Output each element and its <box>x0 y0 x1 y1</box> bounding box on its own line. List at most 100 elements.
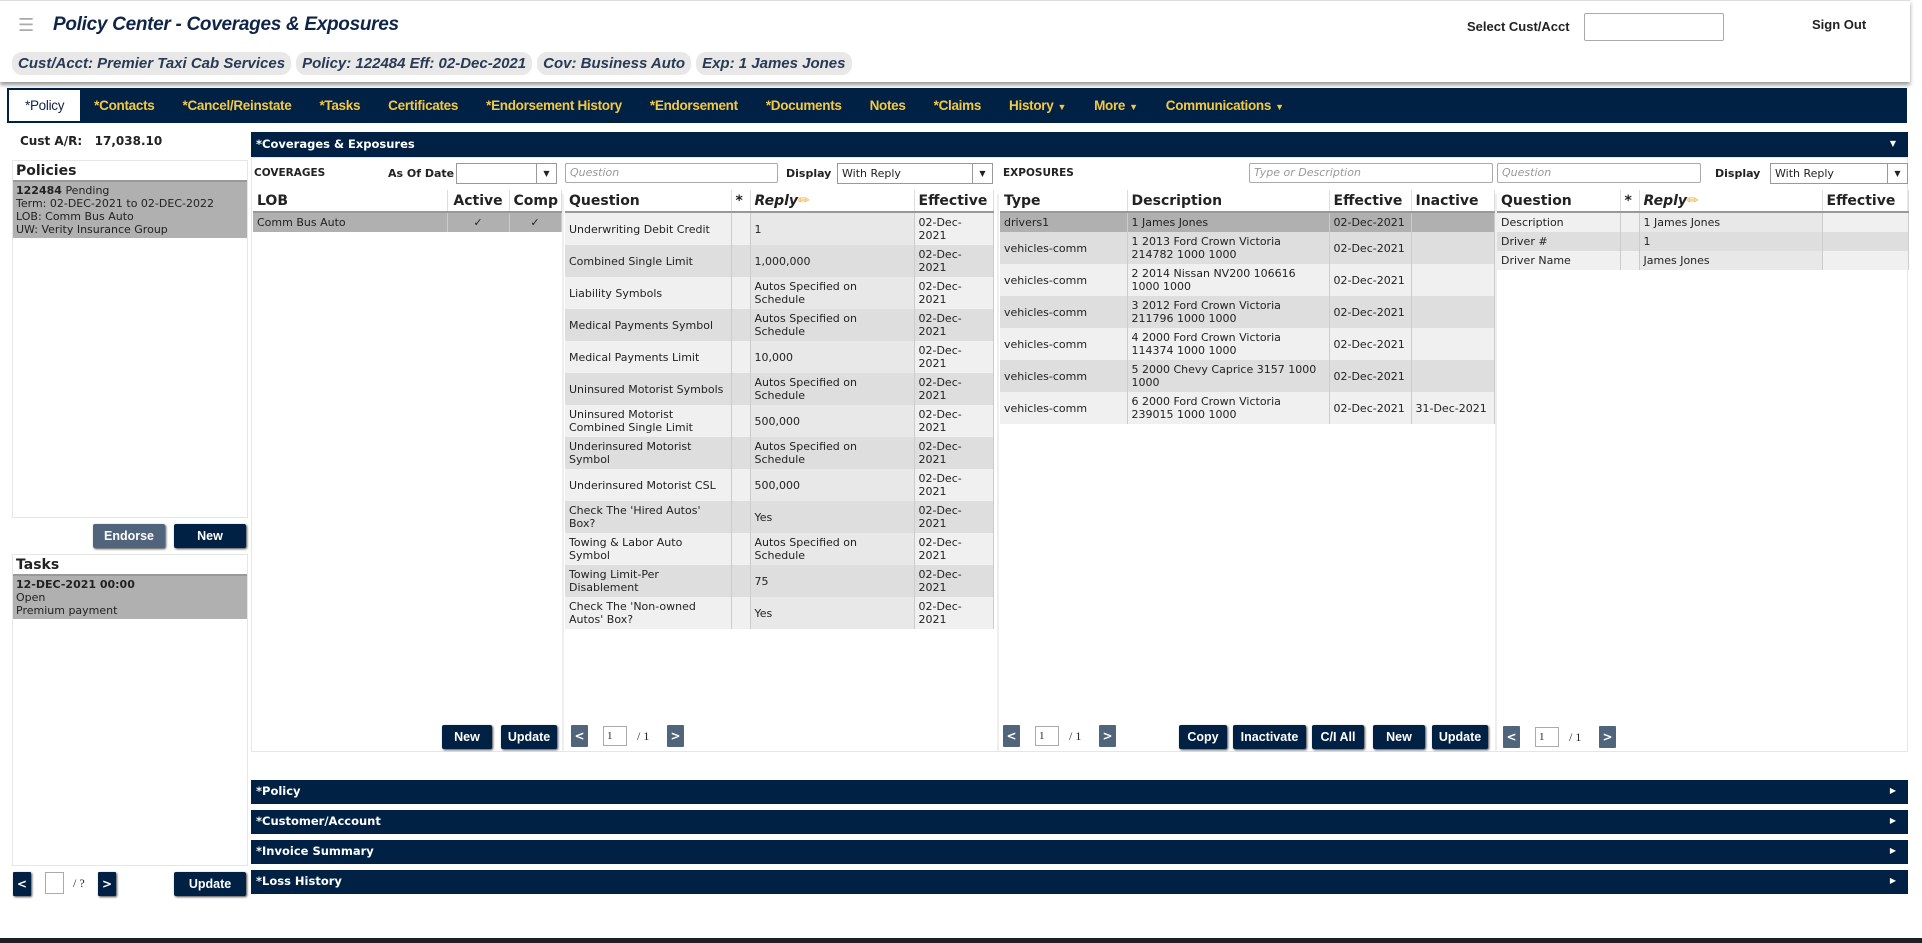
exposure-next-page[interactable]: > <box>1099 725 1116 747</box>
column-header-question[interactable]: Question <box>1497 190 1621 213</box>
table-row[interactable]: Check The 'Non-owned Autos' Box? Yes 02-De… <box>565 597 994 629</box>
nav-tab-claims[interactable]: *Claims <box>920 90 995 121</box>
pill-policy[interactable]: Policy: 122484 Eff: 02-Dec-2021 <box>296 52 533 75</box>
column-header-effective[interactable]: Effective <box>1822 190 1909 213</box>
table-row[interactable]: Towing Limit-Per Disablement 75 02-Dec-202… <box>565 565 994 597</box>
hamburger-menu-icon[interactable]: ☰ <box>18 17 36 35</box>
coverage-question-search[interactable]: Question <box>565 163 778 183</box>
table-row[interactable]: Uninsured Motorist Combined Single Limit… <box>565 405 994 437</box>
section-invoice-summary[interactable]: *Invoice Summary ▶ <box>251 840 1908 864</box>
table-row[interactable]: Comm Bus Auto ✓ ✓ <box>253 212 562 232</box>
column-header-lob[interactable]: LOB <box>253 190 448 213</box>
nav-tab-contacts[interactable]: *Contacts <box>80 90 168 121</box>
column-header-effective[interactable]: Effective <box>1329 190 1412 213</box>
coverage-questions-table: Question * Reply✏ Effective Underwriting Deb… <box>565 190 994 629</box>
nav-tab-endorsement[interactable]: *Endorsement <box>636 90 752 121</box>
exposure-prev-page[interactable]: < <box>1003 725 1020 747</box>
exposure-ci-all-button[interactable]: C/I All <box>1312 725 1364 749</box>
nav-tab-documents[interactable]: *Documents <box>752 90 856 121</box>
table-row[interactable]: vehicles-comm 4 2000 Ford Crown Victoria … <box>1000 328 1495 360</box>
column-header-question[interactable]: Question <box>565 190 732 213</box>
table-row[interactable]: Combined Single Limit 1,000,000 02-Dec-202… <box>565 245 994 277</box>
nav-tab-notes[interactable]: Notes <box>856 90 920 121</box>
exposure-new-button[interactable]: New <box>1373 725 1425 749</box>
coverages-exposures-header[interactable]: *Coverages & Exposures ▼ <box>251 132 1908 157</box>
column-header-effective[interactable]: Effective <box>914 190 994 213</box>
nav-tab-communications[interactable]: Communications ▼ <box>1152 90 1298 121</box>
table-cell: 500,000 <box>750 469 915 501</box>
tasks-prev-button[interactable]: < <box>13 872 31 896</box>
nav-tab-history[interactable]: History ▼ <box>995 90 1080 121</box>
table-row[interactable]: Towing & Labor Auto Symbol Autos Specifie… <box>565 533 994 565</box>
nav-tab-tasks[interactable]: *Tasks <box>305 90 374 121</box>
table-row[interactable]: vehicles-comm 5 2000 Chevy Caprice 3157 1… <box>1000 360 1495 392</box>
pill-coverage[interactable]: Cov: Business Auto <box>537 52 692 75</box>
exposure-page-input[interactable]: 1 <box>1035 726 1059 746</box>
column-header-comp[interactable]: Comp <box>509 190 562 213</box>
pill-cust-acct[interactable]: Cust/Acct: Premier Taxi Cab Services <box>12 52 292 75</box>
task-list-item[interactable]: 12-DEC-2021 00:00 Open Premium payment <box>13 576 247 619</box>
table-row[interactable]: Underwriting Debit Credit 1 02-Dec-2021 <box>565 212 994 245</box>
exposure-display-select[interactable]: With Reply ▼ <box>1770 163 1908 184</box>
exposure-question-search[interactable]: Question <box>1497 163 1701 183</box>
exposure-search-input[interactable]: Type or Description <box>1249 163 1493 183</box>
column-header-type[interactable]: Type <box>1000 190 1128 213</box>
as-of-date-select[interactable]: ▼ <box>456 163 557 184</box>
exp-question-next-page[interactable]: > <box>1599 726 1616 748</box>
section-customer-account[interactable]: *Customer/Account ▶ <box>251 810 1908 834</box>
coverage-new-button[interactable]: New <box>442 725 492 749</box>
exposure-update-button[interactable]: Update <box>1432 725 1488 749</box>
coverage-next-page[interactable]: > <box>667 725 684 747</box>
nav-tab-cancelreinstate[interactable]: *Cancel/Reinstate <box>168 90 305 121</box>
table-row[interactable]: Underinsured Motorist CSL 500,000 02-Dec-2… <box>565 469 994 501</box>
coverage-update-button[interactable]: Update <box>501 725 557 749</box>
coverage-page-input[interactable]: 1 <box>603 726 627 746</box>
as-of-date-label: As Of Date <box>388 167 455 180</box>
tasks-page-input[interactable] <box>45 872 64 894</box>
tasks-next-button[interactable]: > <box>98 872 116 896</box>
exposure-copy-button[interactable]: Copy <box>1179 725 1227 749</box>
column-header-[interactable]: * <box>1620 190 1640 213</box>
new-policy-button[interactable]: New <box>174 524 246 548</box>
table-cell <box>731 533 751 565</box>
nav-tab-label: *Tasks <box>319 98 361 113</box>
table-row[interactable]: vehicles-comm 6 2000 Ford Crown Victoria … <box>1000 392 1495 424</box>
table-row[interactable]: Driver # 1 <box>1497 232 1909 251</box>
sign-out-link[interactable]: Sign Out <box>1812 17 1866 32</box>
select-cust-acct-input[interactable] <box>1584 13 1724 41</box>
table-row[interactable]: Medical Payments Symbol Autos Specified o… <box>565 309 994 341</box>
coverage-prev-page[interactable]: < <box>571 725 588 747</box>
section-policy[interactable]: *Policy ▶ <box>251 780 1908 804</box>
column-header-active[interactable]: Active <box>447 190 510 213</box>
table-cell: Towing Limit-Per Disablement <box>565 565 732 597</box>
exp-question-page-input[interactable]: 1 <box>1535 727 1559 747</box>
exp-question-prev-page[interactable]: < <box>1503 726 1520 748</box>
nav-tab-endorsementhistory[interactable]: *Endorsement History <box>472 90 636 121</box>
table-row[interactable]: Uninsured Motorist Symbols Autos Specifie… <box>565 373 994 405</box>
table-row[interactable]: drivers1 1 James Jones 02-Dec-2021 <box>1000 212 1495 232</box>
pill-exposure[interactable]: Exp: 1 James Jones <box>696 52 852 75</box>
endorse-button[interactable]: Endorse <box>93 524 165 548</box>
nav-tab-certificates[interactable]: Certificates <box>374 90 472 121</box>
table-row[interactable]: vehicles-comm 3 2012 Ford Crown Victoria … <box>1000 296 1495 328</box>
table-row[interactable]: Underinsured Motorist Symbol Autos Specif… <box>565 437 994 469</box>
column-header-description[interactable]: Description <box>1127 190 1330 213</box>
section-loss-history[interactable]: *Loss History ▶ <box>251 870 1908 894</box>
table-row[interactable]: Check The 'Hired Autos' Box? Yes 02-Dec-20… <box>565 501 994 533</box>
column-header-inactive[interactable]: Inactive <box>1411 190 1495 213</box>
tasks-update-button[interactable]: Update <box>174 872 246 896</box>
table-row[interactable]: Medical Payments Limit 10,000 02-Dec-2021 <box>565 341 994 373</box>
table-row[interactable]: vehicles-comm 1 2013 Ford Crown Victoria … <box>1000 232 1495 264</box>
column-header-reply[interactable]: Reply✏ <box>1639 190 1823 213</box>
exposure-inactivate-button[interactable]: Inactivate <box>1233 725 1306 749</box>
nav-tab-policy[interactable]: *Policy <box>9 90 81 121</box>
column-header-[interactable]: * <box>731 190 751 213</box>
table-row[interactable]: Liability Symbols Autos Specified on Sche… <box>565 277 994 309</box>
policy-list-item[interactable]: 122484 Pending Term: 02-DEC-2021 to 02-D… <box>13 182 247 238</box>
coverage-display-select[interactable]: With Reply ▼ <box>837 163 993 184</box>
nav-tab-more[interactable]: More ▼ <box>1080 90 1152 121</box>
column-header-reply[interactable]: Reply✏ <box>750 190 915 213</box>
table-row[interactable]: Driver Name James Jones <box>1497 251 1909 270</box>
table-row[interactable]: vehicles-comm 2 2014 Nissan NV200 106616 … <box>1000 264 1495 296</box>
table-row[interactable]: Description 1 James Jones <box>1497 212 1909 232</box>
